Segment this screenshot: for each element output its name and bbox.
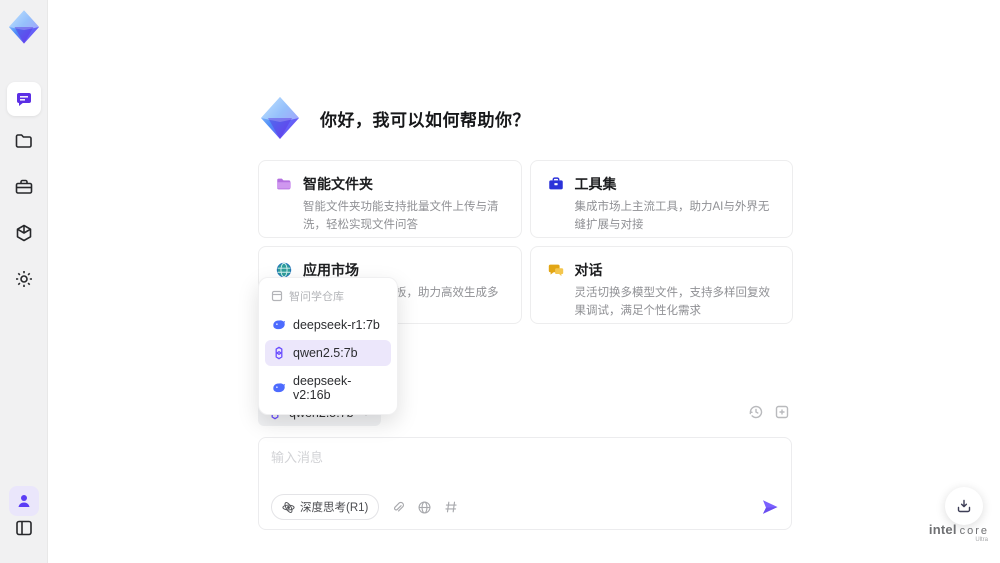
sidebar-item-models[interactable] — [0, 223, 48, 243]
globe-icon[interactable] — [417, 500, 432, 515]
briefcase-indigo-icon — [547, 175, 565, 193]
sidebar-item-toolbox[interactable] — [0, 177, 48, 197]
card-description: 灵活切换多模型文件，支持多样回复效果调试，满足个性化需求 — [574, 287, 771, 317]
repo-icon — [271, 290, 283, 302]
card-title: 智能文件夹 — [303, 176, 373, 192]
deepseek-whale-icon — [272, 381, 286, 395]
download-icon — [956, 498, 972, 514]
user-icon — [16, 493, 32, 509]
card-conversation[interactable]: 对话 灵活切换多模型文件，支持多样回复效果调试，满足个性化需求 — [529, 246, 793, 324]
greeting-title: 你好，我可以如何帮助你？ — [320, 110, 530, 130]
sidebar-item-collapse[interactable] — [0, 518, 48, 538]
chat-icon — [14, 89, 34, 109]
model-option-qwen[interactable]: qwen2.5:7b — [265, 340, 391, 366]
card-title: 工具集 — [574, 176, 617, 192]
card-title: 对话 — [574, 262, 603, 278]
deep-think-label: 深度思考(R1) — [300, 502, 369, 514]
history-icon[interactable] — [748, 404, 764, 420]
chat-amber-icon — [547, 261, 565, 279]
card-toolset[interactable]: 工具集 集成市场上主流工具，助力AI与外界无缝扩展与对接 — [529, 160, 793, 238]
cube-icon — [14, 223, 34, 243]
gear-icon — [14, 269, 34, 289]
sidebar-item-settings[interactable] — [0, 269, 48, 289]
intel-logo-text: intel — [928, 522, 957, 537]
model-option-deepseek-r1[interactable]: deepseek-r1:7b — [265, 312, 391, 338]
intel-core-badge: intel core Ultra — [928, 522, 990, 543]
atom-icon — [282, 501, 295, 514]
card-smart-folder[interactable]: 智能文件夹 智能文件夹功能支持批量文件上传与清洗，轻松实现文件问答 — [258, 160, 522, 238]
folder-icon — [14, 131, 34, 151]
new-chat-icon[interactable] — [774, 404, 790, 420]
deep-think-toggle[interactable]: 深度思考(R1) — [271, 494, 380, 520]
sidebar-item-files[interactable] — [0, 131, 48, 151]
app-logo — [256, 94, 304, 142]
core-logo-text: core — [959, 525, 990, 537]
sidebar-item-chat[interactable] — [0, 82, 48, 116]
model-dropdown: 智问学仓库 deepseek-r1:7b qwen2.5:7b deepseek… — [258, 277, 398, 415]
deepseek-whale-icon — [272, 318, 286, 332]
card-description: 集成市场上主流工具，助力AI与外界无缝扩展与对接 — [574, 201, 770, 231]
qwen-icon — [272, 346, 286, 360]
model-dropdown-header: 智问学仓库 — [265, 284, 391, 310]
tier-text: Ultra — [975, 537, 988, 543]
folder-purple-icon — [275, 175, 293, 193]
toolbox-icon — [14, 177, 34, 197]
panel-icon — [14, 518, 34, 538]
greeting-row: 你好，我可以如何帮助你？ — [256, 94, 530, 142]
model-option-deepseek-v2[interactable]: deepseek-v2:16b — [265, 368, 391, 408]
paperclip-icon[interactable] — [391, 500, 405, 514]
card-description: 智能文件夹功能支持批量文件上传与清洗，轻松实现文件问答 — [303, 201, 499, 231]
send-icon[interactable] — [761, 498, 779, 516]
grid-icon[interactable] — [444, 500, 458, 514]
sidebar — [0, 0, 48, 563]
message-input[interactable] — [271, 447, 771, 487]
download-button[interactable] — [945, 487, 983, 525]
app-logo — [5, 8, 43, 46]
message-composer: 深度思考(R1) — [258, 437, 792, 530]
sidebar-item-account[interactable] — [0, 486, 48, 516]
